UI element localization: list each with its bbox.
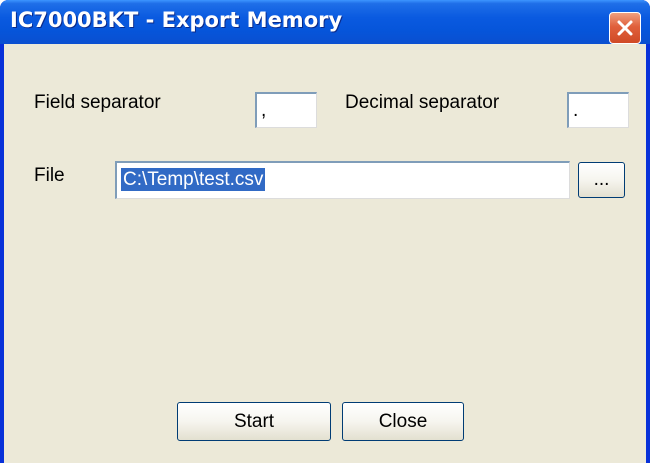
file-path-selected-text: C:\Temp\test.csv bbox=[121, 168, 266, 191]
field-separator-label: Field separator bbox=[34, 92, 161, 113]
close-button[interactable]: Close bbox=[342, 402, 464, 441]
window-title: IC7000BKT - Export Memory bbox=[10, 8, 343, 32]
decimal-separator-label: Decimal separator bbox=[345, 92, 500, 113]
start-button[interactable]: Start bbox=[177, 402, 331, 441]
export-memory-dialog: IC7000BKT - Export Memory Field separato… bbox=[0, 0, 650, 463]
window-close-button[interactable] bbox=[609, 12, 641, 44]
browse-button[interactable]: ... bbox=[578, 162, 625, 198]
file-label: File bbox=[34, 165, 65, 186]
field-separator-input[interactable]: , bbox=[255, 92, 317, 128]
file-path-input[interactable]: C:\Temp\test.csv bbox=[115, 161, 570, 199]
title-bar[interactable]: IC7000BKT - Export Memory bbox=[0, 0, 650, 44]
dialog-body: Field separator , Decimal separator . Fi… bbox=[4, 44, 646, 463]
close-icon bbox=[617, 20, 633, 36]
decimal-separator-input[interactable]: . bbox=[567, 92, 629, 128]
